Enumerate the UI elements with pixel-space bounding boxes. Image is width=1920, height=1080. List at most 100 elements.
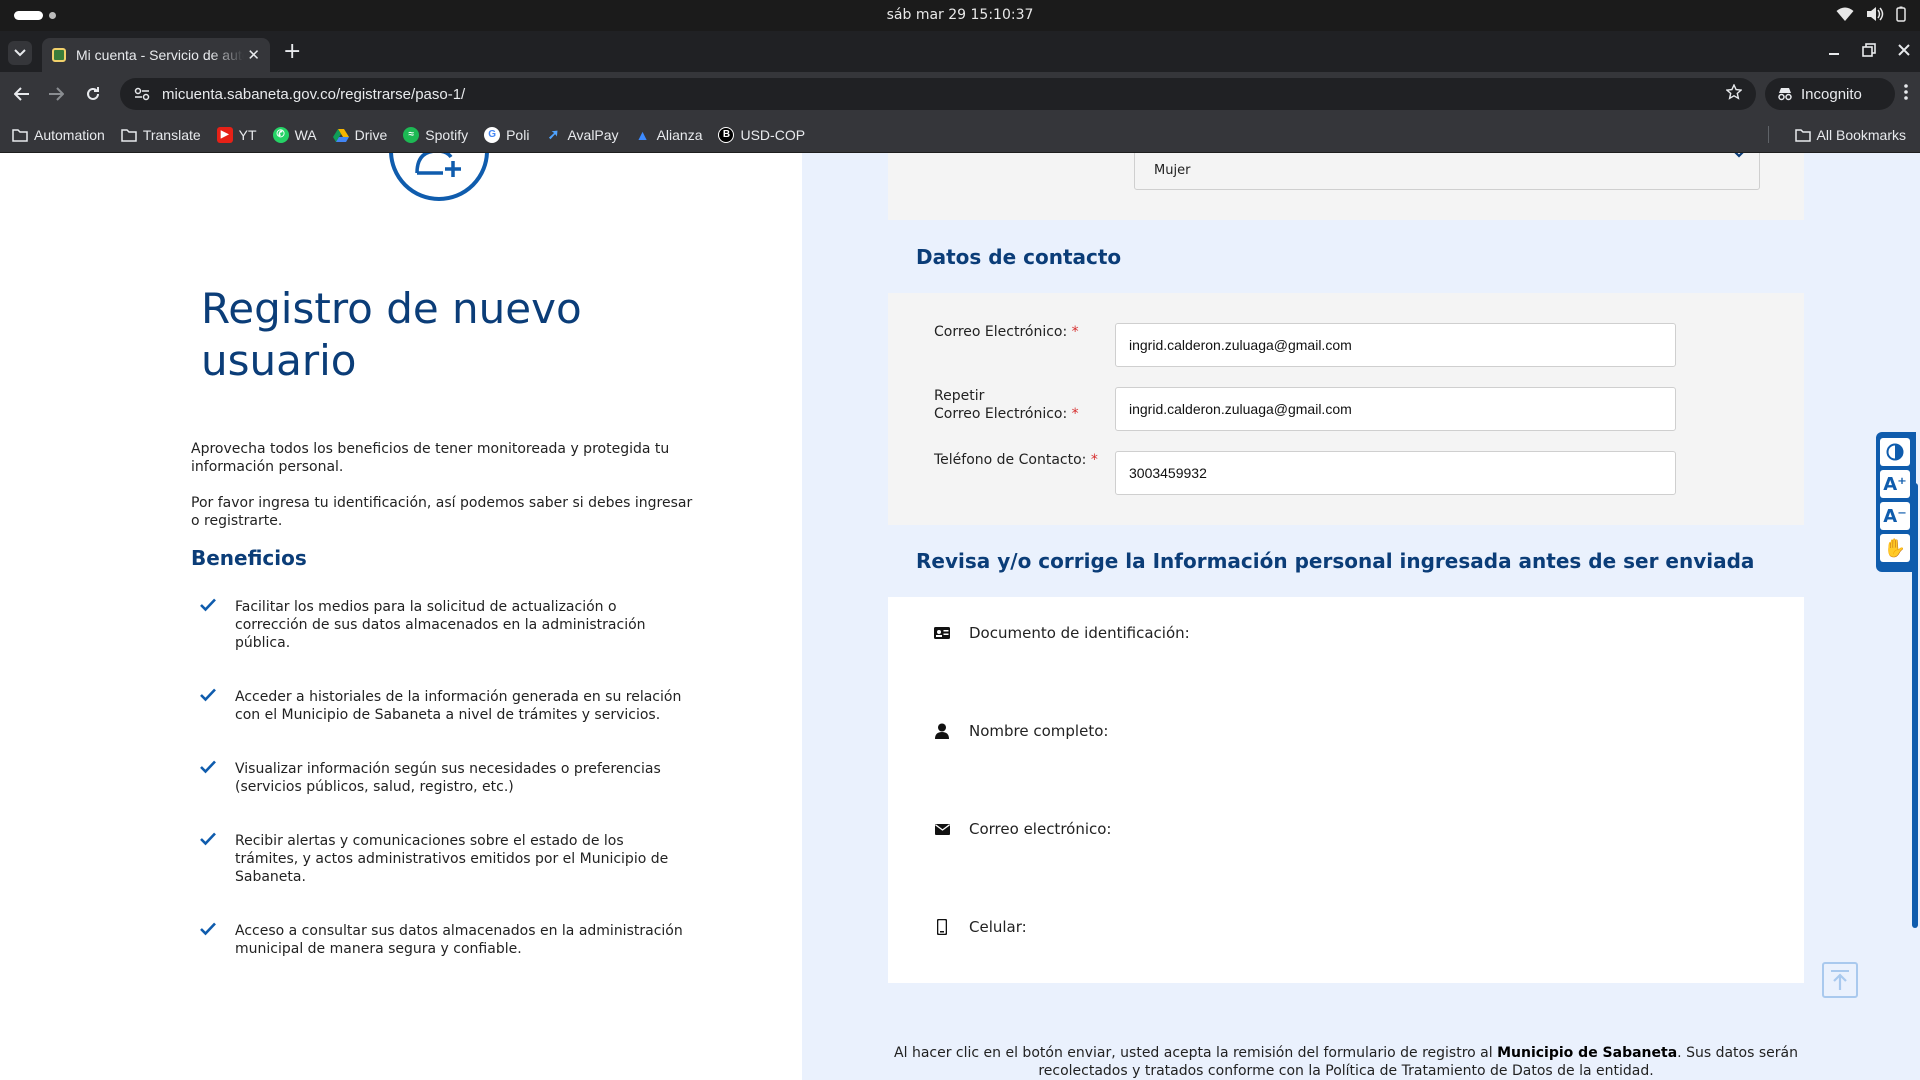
required-mark: *	[1071, 406, 1079, 422]
address-bar[interactable]: micuenta.sabaneta.gov.co/registrarse/pas…	[120, 78, 1756, 110]
browser-menu-button[interactable]	[1904, 84, 1908, 104]
restore-icon[interactable]	[1862, 43, 1876, 57]
spotify-icon: ≈	[403, 126, 420, 143]
bookmark-label: Automation	[34, 126, 105, 143]
sex-select[interactable]: Mujer	[1134, 153, 1760, 190]
list-item: Visualizar información según sus necesid…	[200, 760, 690, 796]
review-row-email: Correo electrónico:	[933, 820, 1112, 838]
all-bookmarks-label: All Bookmarks	[1816, 126, 1906, 143]
incognito-icon	[1778, 88, 1792, 101]
bookmark-spotify[interactable]: ≈ Spotify	[403, 126, 469, 143]
bookmark-label: Spotify	[425, 126, 469, 143]
required-mark: *	[1071, 324, 1079, 340]
folder-icon	[121, 128, 137, 142]
contrast-icon[interactable]	[1880, 438, 1910, 466]
system-tray[interactable]	[1836, 6, 1906, 22]
phone-label-text: Teléfono de Contacto:	[934, 452, 1087, 468]
review-label: Documento de identificación:	[969, 624, 1190, 642]
close-window-icon[interactable]	[1898, 44, 1910, 56]
repeat-email-label-line2: Correo Electrónico:	[934, 406, 1068, 422]
chevron-down-icon	[1734, 153, 1744, 158]
site-info-icon[interactable]	[132, 84, 152, 104]
benefit-text: Recibir alertas y comunicaciones sobre e…	[235, 833, 669, 885]
bookmark-label: Poli	[506, 126, 530, 143]
folder-icon	[1794, 128, 1811, 142]
consent-note: Al hacer clic en el botón enviar, usted …	[888, 1044, 1804, 1080]
benefit-text: Facilitar los medios para la solicitud d…	[235, 599, 646, 651]
all-bookmarks-button[interactable]: All Bookmarks	[1794, 116, 1906, 153]
tab-strip: Mi cuenta - Servicio de autenticación ✕ …	[0, 31, 1920, 72]
repeat-email-field[interactable]: ingrid.calderon.zuluaga@gmail.com	[1115, 387, 1676, 431]
bookmarks-separator	[1768, 126, 1769, 143]
bookmarks-bar: Automation Translate ▶ YT ✆ WA Drive ≈ S…	[0, 116, 1920, 153]
bookmark-label: YT	[238, 126, 257, 143]
check-icon	[200, 598, 216, 612]
bookmark-alianza[interactable]: ▲ Alianza	[635, 127, 703, 143]
bookmark-star-icon[interactable]	[1725, 83, 1743, 104]
bitcoin-icon: B	[718, 126, 735, 143]
phone-label: Teléfono de Contacto: *	[934, 451, 1098, 469]
active-tab[interactable]: Mi cuenta - Servicio de autenticación ✕	[42, 38, 270, 72]
arrow-up-icon	[1831, 970, 1849, 990]
tab-close-icon[interactable]: ✕	[247, 46, 260, 64]
font-decrease-icon[interactable]: A⁻	[1880, 502, 1910, 530]
list-item: Recibir alertas y comunicaciones sobre e…	[200, 832, 690, 886]
bookmark-drive[interactable]: Drive	[332, 127, 387, 143]
add-user-icon	[389, 153, 489, 201]
sign-language-icon[interactable]: ✋	[1880, 534, 1910, 562]
phone-field[interactable]: 3003459932	[1115, 451, 1676, 495]
email-field[interactable]: ingrid.calderon.zuluaga@gmail.com	[1115, 323, 1676, 367]
volume-icon	[1867, 7, 1884, 21]
bookmark-yt[interactable]: ▶ YT	[216, 126, 257, 143]
bookmark-usd-cop[interactable]: B USD-COP	[718, 126, 805, 143]
incognito-indicator[interactable]: Incognito	[1765, 78, 1895, 110]
window-controls	[1828, 43, 1910, 57]
email-label: Correo Electrónico: *	[934, 323, 1079, 341]
left-info-panel: Registro de nuevo usuario Aprovecha todo…	[0, 153, 802, 1080]
list-item: Acceso a consultar sus datos almacenados…	[200, 922, 690, 958]
forward-button[interactable]	[46, 84, 66, 104]
bookmark-poli[interactable]: G Poli	[484, 126, 530, 143]
required-mark: *	[1090, 452, 1098, 468]
bookmark-automation[interactable]: Automation	[12, 127, 105, 143]
bookmark-avalpay[interactable]: ➚ AvalPay	[545, 126, 619, 143]
intro-paragraph-2: Por favor ingresa tu identificación, así…	[191, 495, 693, 529]
site-favicon-icon	[52, 48, 66, 62]
repeat-email-label-line1: Repetir	[934, 388, 985, 404]
check-icon	[200, 922, 216, 936]
os-clock[interactable]: sáb mar 29 15:10:37	[0, 7, 1920, 23]
youtube-icon: ▶	[216, 126, 233, 143]
review-row-mobile: Celular:	[933, 918, 1027, 936]
url-text[interactable]: micuenta.sabaneta.gov.co/registrarse/pas…	[162, 86, 465, 103]
incognito-label: Incognito	[1801, 85, 1862, 103]
google-icon: G	[484, 126, 501, 143]
review-row-name: Nombre completo:	[933, 722, 1108, 740]
check-icon	[200, 832, 216, 846]
review-label: Nombre completo:	[969, 722, 1109, 740]
back-button[interactable]	[12, 84, 32, 104]
mobile-phone-icon	[933, 918, 951, 936]
envelope-icon	[933, 820, 951, 838]
font-increase-icon[interactable]: A⁺	[1880, 470, 1910, 498]
bookmark-label: WA	[294, 126, 317, 143]
more-vertical-icon	[1904, 84, 1908, 100]
tab-title: Mi cuenta - Servicio de autenticación	[76, 47, 244, 63]
intro-paragraph-1: Aprovecha todos los beneficios de tener …	[191, 441, 670, 475]
accessibility-toolbar: A⁺ A⁻ ✋	[1876, 432, 1916, 572]
bookmark-label: Translate	[142, 126, 201, 143]
email-label-text: Correo Electrónico:	[934, 324, 1068, 340]
back-to-top-button[interactable]	[1822, 962, 1858, 998]
bookmark-translate[interactable]: Translate	[121, 127, 201, 143]
user-icon	[933, 722, 951, 740]
id-card-icon	[933, 624, 951, 642]
review-section-title: Revisa y/o corrige la Información person…	[916, 549, 1755, 573]
bookmark-wa[interactable]: ✆ WA	[272, 126, 317, 143]
review-row-document: Documento de identificación:	[933, 624, 1190, 642]
whatsapp-icon: ✆	[272, 126, 289, 143]
new-tab-button[interactable]: +	[283, 41, 301, 63]
reload-button[interactable]	[83, 84, 103, 104]
minimize-icon[interactable]	[1828, 44, 1840, 56]
tab-search-button[interactable]	[8, 41, 32, 65]
folder-icon	[12, 128, 28, 142]
bookmark-label: AvalPay	[567, 126, 619, 143]
